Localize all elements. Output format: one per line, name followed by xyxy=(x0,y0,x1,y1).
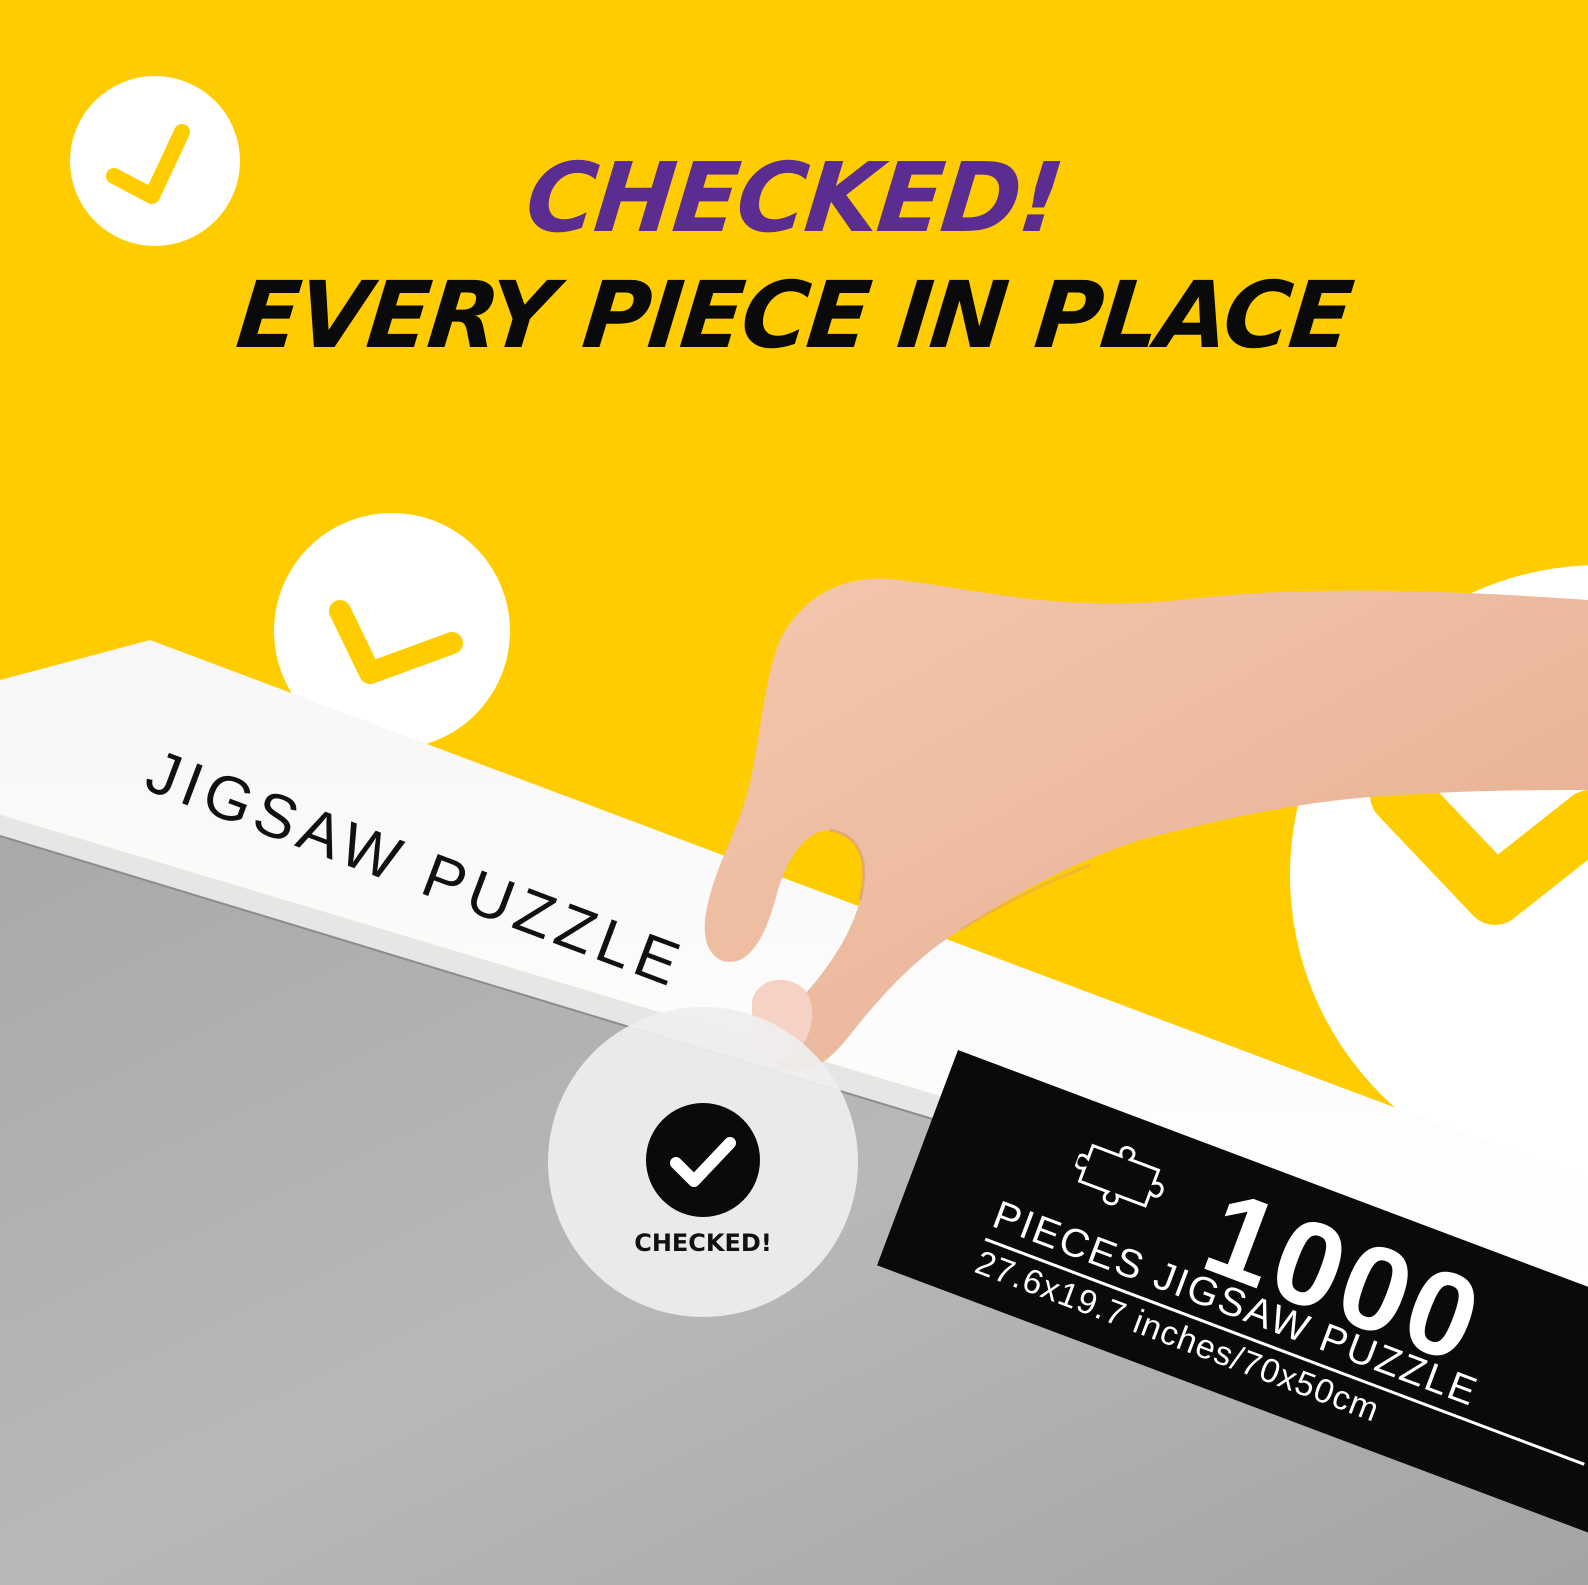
stamp-label: CHECKED! xyxy=(634,1229,772,1257)
checked-stamp: CHECKED! xyxy=(548,1007,858,1317)
check-circle-icon xyxy=(646,1103,760,1217)
hand-image xyxy=(704,578,1588,1071)
product-scene: CHECKED! Every Piece In Place JIGSAW PUZ… xyxy=(0,0,1588,1585)
